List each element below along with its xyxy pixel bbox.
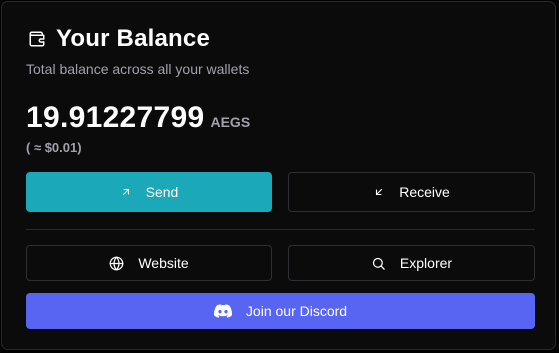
explorer-label: Explorer	[399, 255, 453, 271]
arrow-up-right-icon	[120, 186, 132, 198]
page-subtitle: Total balance across all your wallets	[26, 61, 250, 77]
receive-label: Receive	[399, 184, 450, 200]
send-label: Send	[145, 184, 179, 200]
divider	[26, 229, 535, 230]
fiat-value: ( ≈ $0.01)	[26, 140, 82, 155]
discord-button[interactable]: Join our Discord	[26, 293, 535, 329]
website-label: Website	[138, 255, 189, 271]
globe-icon	[109, 256, 124, 271]
website-button[interactable]: Website	[26, 245, 272, 281]
balance-amount: 19.91227799 AEGS	[26, 101, 250, 135]
balance-card: Your Balance Total balance across all yo…	[1, 1, 556, 350]
search-icon	[371, 256, 386, 271]
page-title: Your Balance	[56, 25, 211, 52]
discord-icon	[213, 304, 232, 318]
explorer-button[interactable]: Explorer	[288, 245, 535, 281]
arrow-down-left-icon	[373, 186, 385, 198]
send-button[interactable]: Send	[26, 172, 272, 212]
wallet-icon	[26, 28, 48, 50]
discord-label: Join our Discord	[245, 303, 348, 319]
receive-button[interactable]: Receive	[288, 172, 535, 212]
balance-unit: AEGS	[210, 114, 251, 130]
header: Your Balance	[26, 25, 210, 53]
balance-value: 19.91227799	[26, 101, 205, 134]
